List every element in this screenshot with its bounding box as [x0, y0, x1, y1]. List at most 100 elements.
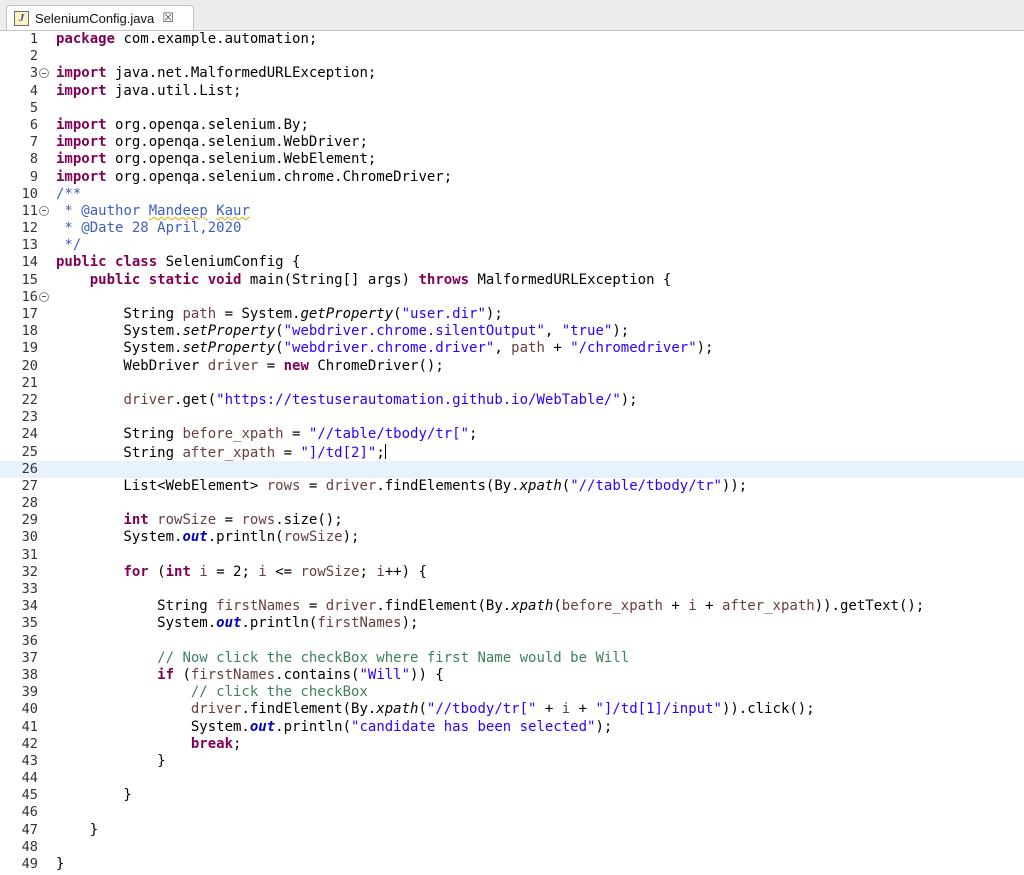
- code-line[interactable]: 40 driver.findElement(By.xpath("//tbody/…: [0, 701, 1024, 718]
- line-gutter: 41: [0, 719, 38, 736]
- code-token: import: [56, 65, 107, 82]
- code-token: ,: [544, 323, 562, 340]
- code-line[interactable]: 1 package com.example.automation;: [0, 31, 1024, 48]
- code-line[interactable]: 39 // click the checkBox: [0, 684, 1024, 701]
- code-area[interactable]: 1 package com.example.automation; 2 3 import…: [0, 31, 1024, 875]
- code-token: <=: [266, 563, 301, 580]
- code-line[interactable]: 4 import java.util.List;: [0, 83, 1024, 100]
- code-line[interactable]: 24 String before_xpath = "//table/tbody/…: [0, 426, 1024, 443]
- code-line[interactable]: 29 int rowSize = rows.size();: [0, 512, 1024, 529]
- code-line[interactable]: 13 */: [0, 237, 1024, 254]
- code-token: setProperty: [182, 323, 276, 340]
- code-token: driver: [190, 701, 242, 718]
- code-line[interactable]: 30 System.out.println(rowSize);: [0, 529, 1024, 546]
- code-line[interactable]: 9 import org.openqa.selenium.chrome.Chrom…: [0, 169, 1024, 186]
- code-line[interactable]: 49}: [0, 856, 1024, 873]
- code-line[interactable]: 10 /**: [0, 186, 1024, 203]
- code-line[interactable]: 5: [0, 100, 1024, 117]
- code-token: = System.: [216, 306, 301, 322]
- fold-toggle-icon[interactable]: [39, 205, 49, 216]
- code-token: "https://testuserautomation.github.io/We…: [216, 391, 621, 408]
- code-line[interactable]: 11 * @author Mandeep Kaur: [0, 203, 1024, 220]
- code-line[interactable]: 2: [0, 48, 1024, 65]
- code-text: System.setProperty("webdriver.chrome.dri…: [56, 340, 713, 357]
- code-token: .findElement(By.: [376, 598, 512, 615]
- code-line[interactable]: 26: [0, 460, 1024, 478]
- code-line[interactable]: 36: [0, 633, 1024, 650]
- code-line[interactable]: 7 import org.openqa.selenium.WebDriver;: [0, 134, 1024, 151]
- code-line[interactable]: 19 System.setProperty("webdriver.chrome.…: [0, 340, 1024, 357]
- code-line[interactable]: 14 public class SeleniumConfig {: [0, 254, 1024, 271]
- code-line[interactable]: 20 WebDriver driver = new ChromeDriver()…: [0, 358, 1024, 375]
- code-token: }: [56, 821, 99, 838]
- code-line[interactable]: 42 break;: [0, 736, 1024, 753]
- code-line[interactable]: 32 for (int i = 2; i <= rowSize; i++) {: [0, 564, 1024, 581]
- code-line[interactable]: 47 }: [0, 822, 1024, 839]
- code-line[interactable]: 27 List<WebElement> rows = driver.findEl…: [0, 478, 1024, 495]
- line-number: 42: [21, 735, 38, 752]
- line-gutter: 30: [0, 529, 38, 546]
- code-line[interactable]: 21: [0, 375, 1024, 392]
- tab-selenium-config[interactable]: J SeleniumConfig.java ☒: [6, 5, 194, 30]
- code-line[interactable]: 16: [0, 289, 1024, 306]
- code-token: after_xpath: [182, 444, 276, 461]
- code-token: rows: [241, 512, 276, 529]
- line-gutter: 20: [0, 358, 38, 375]
- code-line[interactable]: 6 import org.openqa.selenium.By;: [0, 117, 1024, 134]
- code-token: org.openqa.selenium.chrome.ChromeDriver;: [106, 168, 453, 185]
- code-line[interactable]: 28: [0, 495, 1024, 512]
- code-token: );: [595, 718, 613, 735]
- code-token: *: [56, 202, 82, 219]
- code-line[interactable]: 15 public static void main(String[] args…: [0, 272, 1024, 289]
- fold-toggle-icon[interactable]: [39, 291, 49, 302]
- line-number: 21: [21, 374, 38, 391]
- code-token: driver: [123, 391, 175, 408]
- code-line[interactable]: 45 }: [0, 787, 1024, 804]
- code-token: "/chromedriver": [570, 340, 697, 357]
- line-gutter: 34: [0, 598, 38, 615]
- fold-toggle-icon[interactable]: [39, 68, 49, 79]
- code-line[interactable]: 23: [0, 409, 1024, 426]
- code-token: xpath: [519, 477, 562, 494]
- code-token: .size();: [275, 512, 343, 529]
- code-token: "//table/tbody/tr[": [308, 426, 470, 443]
- code-token: );: [401, 615, 419, 632]
- code-token: import: [56, 82, 107, 99]
- code-line[interactable]: 35 System.out.println(firstNames);: [0, 615, 1024, 632]
- code-token: .println(: [275, 718, 352, 735]
- line-gutter: 4: [0, 83, 38, 100]
- line-gutter: 13: [0, 237, 38, 254]
- code-line[interactable]: 25 String after_xpath = "]/td[2]";: [0, 443, 1024, 461]
- line-number: 37: [21, 649, 38, 666]
- line-gutter: 9: [0, 169, 38, 186]
- code-line[interactable]: 38 if (firstNames.contains("Will")) {: [0, 667, 1024, 684]
- code-line[interactable]: 43 }: [0, 753, 1024, 770]
- code-token: before_xpath: [182, 426, 284, 443]
- code-line[interactable]: 31: [0, 547, 1024, 564]
- code-line[interactable]: 41 System.out.println("candidate has bee…: [0, 719, 1024, 736]
- code-line[interactable]: 37 // Now click the checkBox where first…: [0, 650, 1024, 667]
- code-line[interactable]: 34 String firstNames = driver.findElemen…: [0, 598, 1024, 615]
- code-line[interactable]: 44: [0, 770, 1024, 787]
- code-token: Kaur: [216, 202, 250, 219]
- close-icon[interactable]: ☒: [162, 11, 174, 26]
- code-line[interactable]: 22 driver.get("https://testuserautomatio…: [0, 392, 1024, 409]
- code-token: "webdriver.chrome.driver": [283, 340, 495, 357]
- code-token: package: [56, 31, 116, 47]
- code-line[interactable]: 3 import java.net.MalformedURLException;: [0, 65, 1024, 82]
- code-line[interactable]: 8 import org.openqa.selenium.WebElement;: [0, 151, 1024, 168]
- code-line[interactable]: 48: [0, 839, 1024, 856]
- code-line[interactable]: 12 * @Date 28 April,2020: [0, 220, 1024, 237]
- code-line[interactable]: 33: [0, 581, 1024, 598]
- line-gutter: 44: [0, 770, 38, 787]
- code-token: i: [258, 563, 267, 580]
- code-line[interactable]: 18 System.setProperty("webdriver.chrome.…: [0, 323, 1024, 340]
- code-line[interactable]: 46: [0, 804, 1024, 821]
- code-token: =: [216, 512, 242, 529]
- code-token: after_xpath: [721, 598, 815, 615]
- code-line[interactable]: 17 String path = System.getProperty("use…: [0, 306, 1024, 323]
- code-text: import org.openqa.selenium.WebDriver;: [56, 134, 368, 151]
